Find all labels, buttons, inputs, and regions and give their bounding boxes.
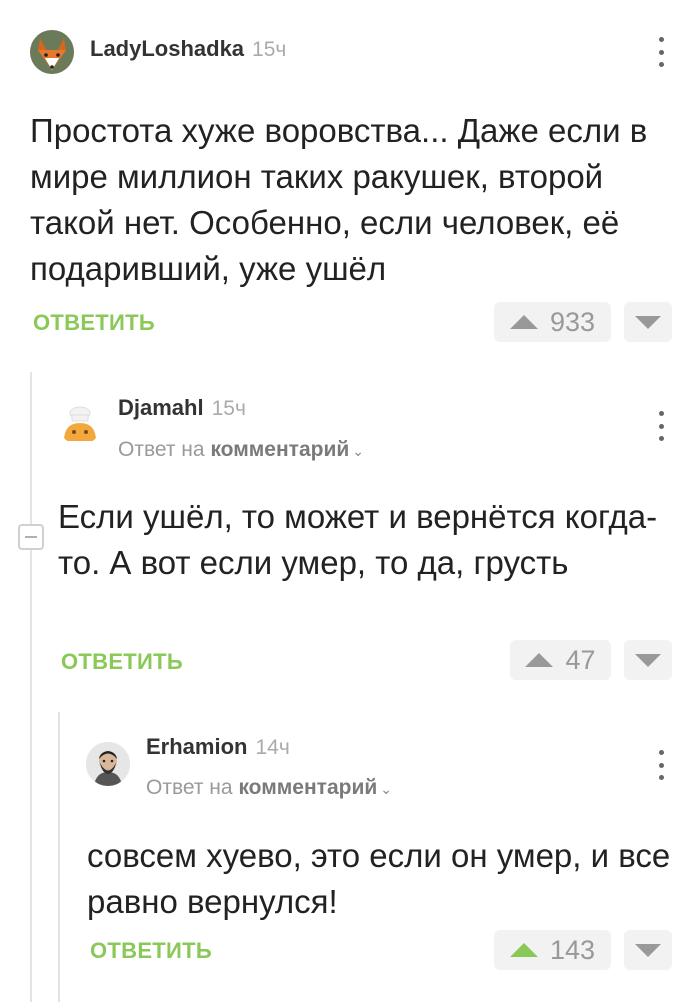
comment-time: 15ч [252, 38, 287, 61]
bearded-man-avatar-icon[interactable] [86, 742, 130, 786]
chevron-down-icon[interactable]: ⌄ [380, 781, 392, 797]
comment-erhamion: Erhamion 14ч Ответ на комментарий ⌄ совсе… [0, 700, 700, 1002]
reply-to-info: Ответ на комментарий ⌄ [146, 776, 392, 800]
reply-to-info: Ответ на комментарий ⌄ [118, 438, 364, 462]
reply-button[interactable]: ОТВЕТИТЬ [90, 938, 212, 964]
comment-djamahl: Djamahl 15ч Ответ на комментарий ⌄ Если у… [0, 370, 700, 700]
reply-to-prefix: Ответ на [146, 776, 233, 799]
reply-to-prefix: Ответ на [118, 438, 205, 461]
comment-author[interactable]: Djamahl [118, 395, 204, 421]
rating-count: 933 [549, 306, 596, 337]
comment-text: совсем хуево, это если он умер, и все ра… [87, 837, 671, 920]
upvote-arrow-icon [525, 653, 554, 667]
chef-avatar-icon[interactable] [58, 401, 102, 445]
downvote-button[interactable] [624, 930, 672, 970]
upvote-arrow-icon [509, 315, 538, 329]
downvote-arrow-icon [635, 315, 661, 329]
reply-to-comment-link[interactable]: комментарий [210, 438, 349, 461]
comment-author[interactable]: LadyLoshadka [90, 36, 244, 62]
reply-button[interactable]: ОТВЕТИТЬ [61, 649, 183, 675]
chevron-down-icon[interactable]: ⌄ [352, 443, 364, 459]
fox-avatar-icon[interactable] [30, 30, 74, 74]
downvote-button[interactable] [624, 640, 672, 680]
upvote-button[interactable]: 933 [494, 302, 611, 342]
downvote-arrow-icon [635, 943, 661, 957]
rating-count: 143 [549, 934, 596, 965]
more-options-icon[interactable] [651, 750, 671, 780]
comment-ladyloshadka: LadyLoshadka 15ч Простота хуже воровства… [0, 0, 700, 370]
reply-button[interactable]: ОТВЕТИТЬ [33, 310, 155, 336]
reply-to-comment-link[interactable]: комментарий [238, 776, 377, 799]
comment-text: Если ушёл, то может и вернётся когда-то.… [58, 498, 658, 581]
comment-time: 15ч [211, 397, 246, 420]
upvote-button[interactable]: 47 [510, 640, 611, 680]
comment-text: Простота хуже воровства... Даже если в м… [30, 112, 648, 287]
downvote-arrow-icon [635, 653, 661, 667]
downvote-button[interactable] [624, 302, 672, 342]
more-options-icon[interactable] [651, 411, 671, 441]
comment-author[interactable]: Erhamion [146, 734, 247, 760]
more-options-icon[interactable] [651, 37, 671, 67]
comment-time: 14ч [255, 736, 290, 759]
upvote-arrow-icon [509, 943, 538, 957]
rating-count: 47 [565, 644, 596, 675]
upvote-button[interactable]: 143 [494, 930, 611, 970]
